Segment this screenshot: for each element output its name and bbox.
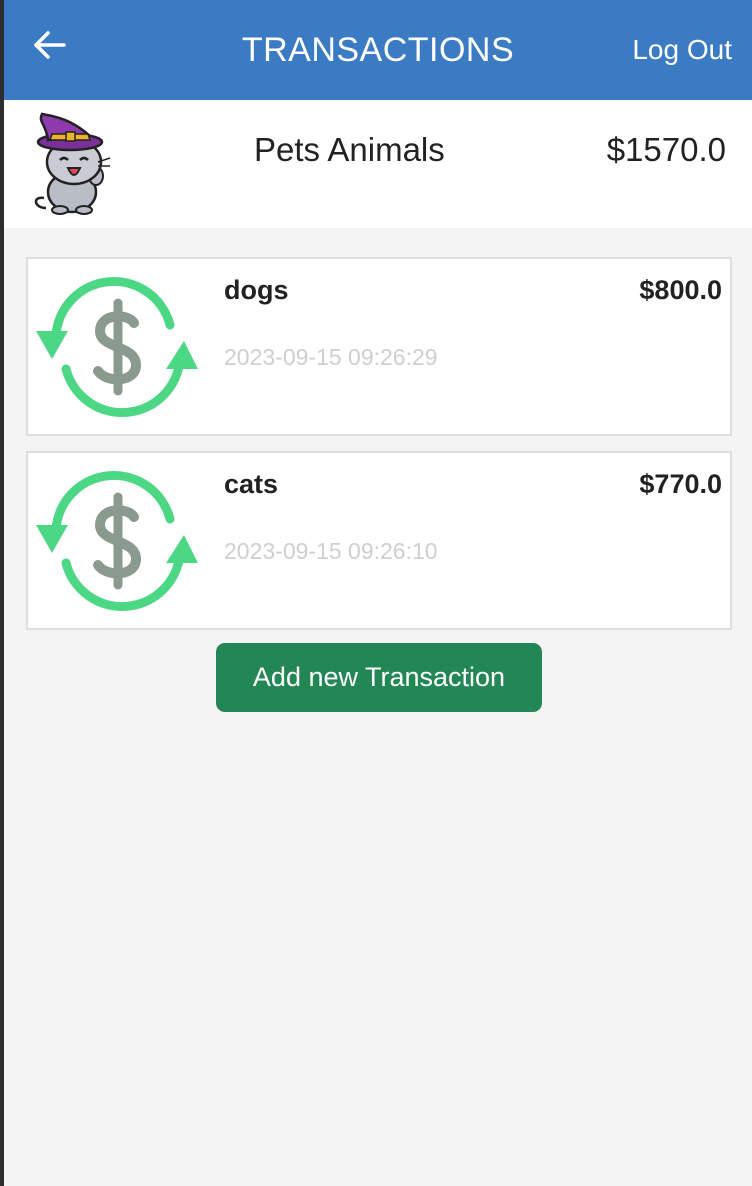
transaction-date: 2023-09-15 09:26:10	[224, 538, 438, 564]
money-exchange-icon	[34, 273, 198, 421]
account-balance: $1570.0	[606, 131, 726, 168]
transaction-amount: $770.0	[639, 469, 722, 499]
arrow-left-icon	[34, 31, 66, 59]
top-app-bar: TRANSACTIONS Log Out	[4, 0, 752, 100]
transaction-name: dogs	[224, 275, 289, 305]
account-name: Pets Animals	[254, 131, 445, 168]
account-summary: Pets Animals $1570.0	[4, 100, 752, 228]
money-exchange-icon	[34, 467, 198, 615]
back-button[interactable]	[30, 26, 70, 66]
add-transaction-button[interactable]: Add new Transaction	[216, 643, 542, 712]
transaction-name: cats	[224, 469, 279, 499]
window-edge	[0, 0, 4, 1186]
transaction-card[interactable]: cats $770.0 2023-09-15 09:26:10	[26, 451, 732, 630]
logout-button[interactable]: Log Out	[632, 32, 732, 68]
cat-witch-hat-avatar	[34, 112, 111, 215]
transaction-card[interactable]: dogs $800.0 2023-09-15 09:26:29	[26, 257, 732, 436]
transaction-date: 2023-09-15 09:26:29	[224, 344, 438, 370]
transaction-amount: $800.0	[639, 275, 722, 305]
transaction-list: dogs $800.0 2023-09-15 09:26:29 cats $77…	[26, 257, 732, 645]
